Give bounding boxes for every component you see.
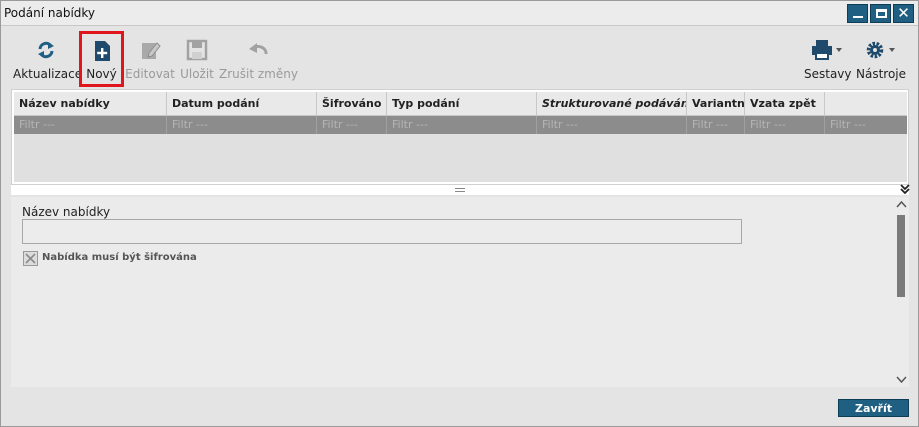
save-button[interactable]: Uložit bbox=[177, 31, 217, 85]
maximize-button[interactable] bbox=[870, 4, 891, 23]
refresh-icon bbox=[38, 41, 54, 59]
column-header-date[interactable]: Datum podání bbox=[167, 92, 317, 116]
tools-label: Nástroje bbox=[855, 67, 906, 81]
offer-name-label: Název nabídky bbox=[22, 205, 111, 219]
gear-icon bbox=[866, 41, 895, 59]
toolbar: Aktualizace Nový Editovat Uložit Zrušit … bbox=[9, 31, 910, 87]
offers-grid: Název nabídky Datum podání Šifrováno Typ… bbox=[11, 89, 909, 185]
filter-variant[interactable]: Filtr --- bbox=[687, 116, 745, 134]
filter-row: Filtr --- Filtr --- Filtr --- Filtr --- … bbox=[14, 116, 907, 134]
chevron-down-icon bbox=[836, 48, 842, 52]
refresh-button[interactable]: Aktualizace bbox=[13, 31, 83, 85]
refresh-label: Aktualizace bbox=[13, 67, 83, 81]
filter-type[interactable]: Filtr --- bbox=[387, 116, 537, 134]
column-header-name[interactable]: Název nabídky bbox=[14, 92, 167, 116]
new-label: Nový bbox=[86, 67, 117, 81]
column-header-encrypted[interactable]: Šifrováno bbox=[317, 92, 387, 116]
panel-splitter[interactable] bbox=[11, 185, 909, 195]
cancel-changes-label: Zrušit změny bbox=[219, 67, 298, 81]
scrollbar-thumb[interactable] bbox=[897, 215, 905, 297]
save-icon bbox=[186, 39, 208, 61]
close-window-button[interactable]: ✕ bbox=[893, 4, 914, 23]
new-button[interactable]: Nový bbox=[79, 31, 124, 87]
column-header-withdrawn[interactable]: Vzata zpět bbox=[745, 92, 825, 116]
minimize-icon bbox=[853, 16, 863, 18]
cancel-changes-button[interactable]: Zrušit změny bbox=[219, 31, 298, 85]
edit-button[interactable]: Editovat bbox=[125, 31, 175, 85]
undo-icon bbox=[249, 43, 268, 55]
title-bar: Podání nabídky ✕ bbox=[1, 1, 918, 26]
maximize-icon bbox=[876, 9, 887, 18]
reports-label: Sestavy bbox=[804, 67, 852, 81]
collapse-icon[interactable] bbox=[898, 183, 912, 197]
grid-body bbox=[14, 134, 907, 182]
filter-name[interactable]: Filtr --- bbox=[14, 116, 167, 134]
offer-name-input[interactable] bbox=[22, 219, 742, 244]
scroll-up-icon[interactable] bbox=[896, 199, 907, 210]
column-header-type[interactable]: Typ podání bbox=[387, 92, 537, 116]
minimize-button[interactable] bbox=[847, 4, 868, 23]
close-button[interactable]: Zavřít bbox=[838, 399, 909, 417]
close-icon: ✕ bbox=[897, 4, 910, 22]
column-header-variant[interactable]: Variantní bbox=[687, 92, 745, 116]
window-controls: ✕ bbox=[847, 4, 914, 23]
filter-date[interactable]: Filtr --- bbox=[167, 116, 317, 134]
encrypt-checkbox[interactable] bbox=[23, 251, 38, 266]
save-label: Uložit bbox=[180, 67, 214, 81]
filter-withdrawn[interactable]: Filtr --- bbox=[745, 116, 825, 134]
edit-icon bbox=[142, 42, 161, 59]
filter-structured[interactable]: Filtr --- bbox=[537, 116, 687, 134]
check-cross-icon bbox=[25, 253, 36, 264]
print-icon bbox=[812, 40, 842, 60]
dialog-window: Podání nabídky ✕ Aktualizace Nový Editov… bbox=[0, 0, 919, 427]
double-chevron-down-icon bbox=[900, 184, 910, 195]
encrypt-checkbox-label: Nabídka musí být šifrována bbox=[42, 252, 197, 263]
detail-form: Název nabídky Nabídka musí být šifrována bbox=[11, 197, 909, 387]
column-header-structured[interactable]: Strukturované podávání bbox=[537, 92, 687, 116]
reports-button[interactable]: Sestavy bbox=[804, 31, 852, 85]
edit-label: Editovat bbox=[125, 67, 175, 81]
window-title: Podání nabídky bbox=[4, 6, 96, 20]
splitter-grip-icon bbox=[455, 188, 465, 192]
new-document-icon bbox=[94, 41, 110, 61]
detail-scrollbar[interactable] bbox=[894, 197, 909, 387]
scroll-down-icon[interactable] bbox=[896, 374, 907, 385]
grid-header: Název nabídky Datum podání Šifrováno Typ… bbox=[14, 92, 907, 116]
tools-button[interactable]: Nástroje bbox=[855, 31, 907, 85]
filter-extra[interactable]: Filtr --- bbox=[825, 116, 907, 134]
filter-encrypted[interactable]: Filtr --- bbox=[317, 116, 387, 134]
column-header-extra bbox=[825, 92, 907, 116]
